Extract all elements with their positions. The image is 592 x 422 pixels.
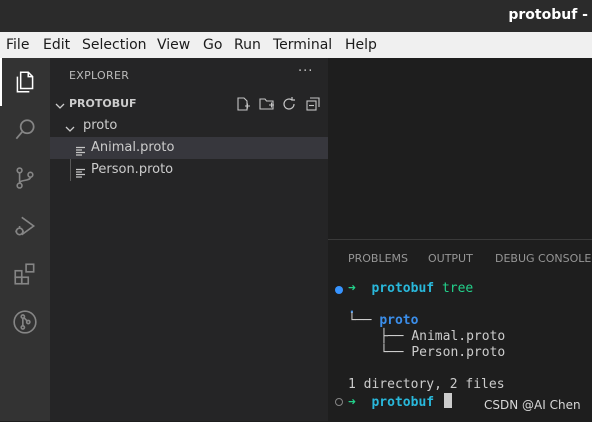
tree-file-person[interactable]: Person.proto: [50, 159, 328, 181]
tree-file-animal[interactable]: Animal.proto: [50, 137, 328, 159]
git-graph-icon[interactable]: [0, 298, 50, 346]
menu-selection[interactable]: Selection: [82, 37, 147, 53]
explorer-title: EXPLORER: [69, 69, 130, 82]
menu-go[interactable]: Go: [203, 37, 222, 53]
menu-run[interactable]: Run: [234, 37, 261, 53]
menu-bar: File Edit Selection View Go Run Terminal…: [0, 32, 592, 58]
folder-label: proto: [83, 118, 118, 133]
tree-output-file-2: └── Person.proto: [380, 345, 506, 360]
title-bar: protobuf -: [0, 0, 592, 32]
collapse-all-icon[interactable]: [304, 95, 322, 113]
new-folder-icon[interactable]: [258, 95, 276, 113]
terminal-cursor: [443, 393, 452, 408]
prompt-arrow-icon: ➜: [348, 395, 356, 410]
window-title: protobuf -: [508, 7, 588, 23]
extensions-icon[interactable]: [0, 250, 50, 298]
command-text: tree: [441, 281, 474, 296]
menu-help[interactable]: Help: [345, 37, 377, 53]
run-debug-icon[interactable]: [0, 202, 50, 250]
tree-output-file-1: ├── Animal.proto: [380, 329, 506, 344]
file-label: Animal.proto: [91, 140, 175, 155]
menu-file[interactable]: File: [6, 37, 29, 53]
menu-view[interactable]: View: [157, 37, 190, 53]
tree-output-summary: 1 directory, 2 files: [348, 377, 505, 392]
new-file-icon[interactable]: [234, 95, 252, 113]
terminal-line-command: ➜ protobuf tree: [348, 281, 473, 296]
editor-area[interactable]: [328, 58, 592, 239]
workspace-section-header[interactable]: PROTOBUF: [50, 93, 328, 115]
menu-terminal[interactable]: Terminal: [273, 37, 332, 53]
file-label: Person.proto: [91, 162, 174, 177]
workspace-name: PROTOBUF: [69, 97, 137, 110]
activity-bar: [0, 58, 50, 421]
bottom-panel: PROBLEMS OUTPUT DEBUG CONSOLE ➜ protobuf…: [328, 239, 592, 421]
prompt-status-dot: [335, 398, 343, 406]
prompt-cwd: protobuf: [371, 395, 435, 410]
command-status-dot: [335, 286, 343, 294]
prompt-arrow-icon: ➜: [348, 281, 356, 296]
file-lines-icon: [75, 164, 87, 183]
search-icon[interactable]: [0, 106, 50, 154]
source-control-icon[interactable]: [0, 154, 50, 202]
more-actions-icon[interactable]: ···: [298, 64, 313, 79]
prompt-cwd: protobuf: [371, 281, 435, 296]
tree-output-dir: └── proto: [348, 313, 419, 328]
explorer-icon[interactable]: [0, 58, 50, 106]
terminal-line-prompt: ➜ protobuf: [348, 393, 452, 410]
refresh-icon[interactable]: [280, 95, 298, 113]
chevron-down-icon: [54, 97, 66, 116]
menu-edit[interactable]: Edit: [43, 37, 70, 53]
terminal[interactable]: ➜ protobuf tree . └── proto ├── Animal.p…: [328, 240, 592, 422]
watermark: CSDN @AI Chen: [484, 398, 581, 412]
explorer-sidebar: EXPLORER ··· PROTOBUF proto Animal.proto…: [50, 58, 328, 421]
tree-folder-proto[interactable]: proto: [50, 115, 328, 137]
